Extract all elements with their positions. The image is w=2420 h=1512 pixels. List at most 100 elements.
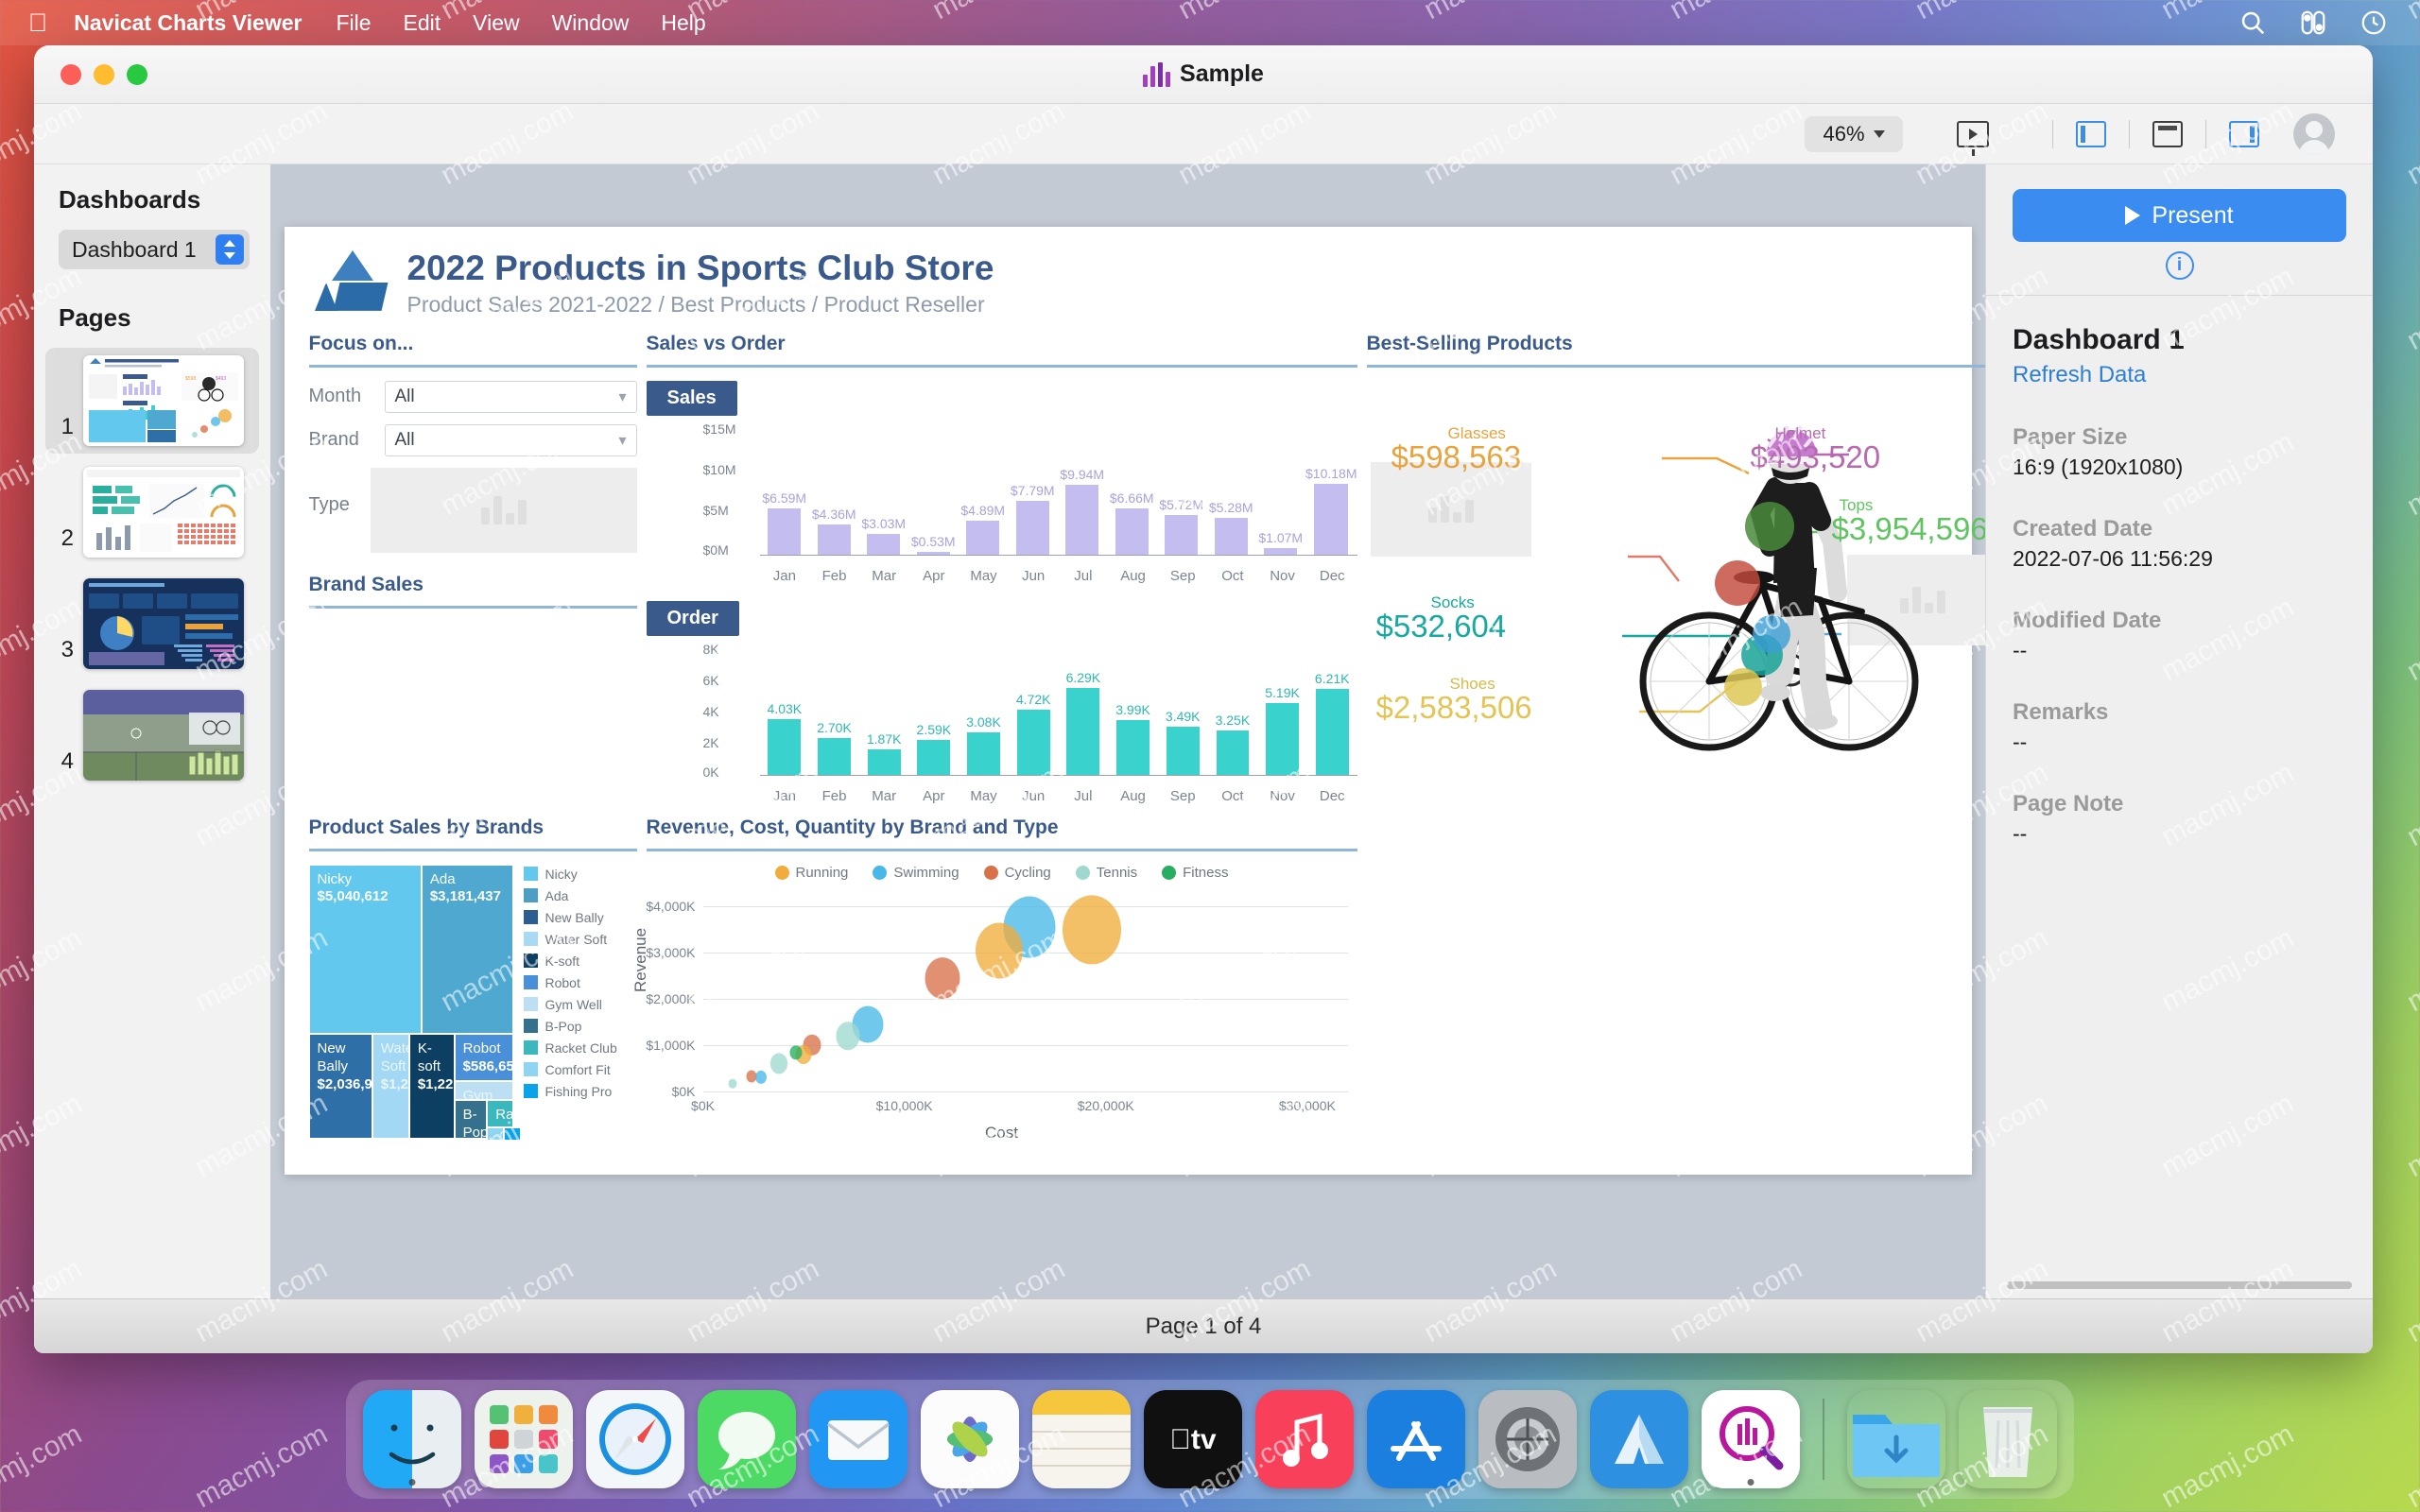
sales-tab[interactable]: Sales <box>646 380 737 416</box>
bar-rect[interactable] <box>1116 719 1150 776</box>
treemap-legend-item[interactable]: Ada <box>523 888 637 903</box>
treemap-legend-item[interactable]: Comfort Fit <box>523 1062 637 1077</box>
active-app-name[interactable]: Navicat Charts Viewer <box>74 10 302 36</box>
bar-rect[interactable] <box>867 749 901 776</box>
page-thumbnail-4[interactable] <box>83 690 244 781</box>
toggle-bottom-pane-button[interactable] <box>2143 113 2192 155</box>
bar-rect[interactable] <box>1214 518 1248 556</box>
treemap-legend-item[interactable]: Gym Well <box>523 997 637 1012</box>
horizontal-scrollbar[interactable] <box>2007 1281 2352 1289</box>
treemap-legend-item[interactable]: Fishing Pro <box>523 1084 637 1099</box>
bar-rect[interactable] <box>1266 703 1299 776</box>
treemap-legend-item[interactable]: Robot <box>523 975 637 990</box>
dock-icon-system-settings[interactable] <box>1478 1390 1577 1488</box>
treemap-cell[interactable]: New Bally$2,036,997 <box>308 1034 372 1139</box>
bar-rect[interactable] <box>817 524 851 556</box>
treemap-legend-item[interactable]: K-soft <box>523 954 637 969</box>
dock-icon-launchpad[interactable] <box>475 1390 573 1488</box>
menu-window[interactable]: Window <box>552 10 630 36</box>
treemap-cell[interactable]: Gym Well <box>454 1080 514 1101</box>
treemap-cell[interactable]: Water Soft$1,257,983 <box>372 1034 409 1139</box>
menu-view[interactable]: View <box>473 10 519 36</box>
dock-icon-messages[interactable] <box>698 1390 796 1488</box>
dock-icon-downloads-folder[interactable] <box>1847 1390 1945 1488</box>
treemap-cell[interactable]: Rac... <box>487 1100 514 1128</box>
bubble-point[interactable] <box>975 922 1023 979</box>
dock-icon-mail[interactable] <box>809 1390 908 1488</box>
treemap-legend-item[interactable]: New Bally <box>523 910 637 925</box>
bubble-point[interactable] <box>770 1053 788 1074</box>
treemap-legend-item[interactable]: B-Pop <box>523 1019 637 1034</box>
bar-rect[interactable] <box>1216 730 1250 776</box>
bar-rect[interactable] <box>768 508 802 556</box>
menu-edit[interactable]: Edit <box>404 10 441 36</box>
dock-icon-music[interactable] <box>1255 1390 1354 1488</box>
search-icon[interactable] <box>2238 9 2267 37</box>
bubble-point[interactable] <box>925 957 960 999</box>
treemap-legend-item[interactable]: Water Soft <box>523 932 637 947</box>
bubble-legend-item[interactable]: Swimming <box>873 865 959 881</box>
bubble-legend-item[interactable]: Running <box>774 865 848 881</box>
dock-icon-app-store[interactable] <box>1367 1390 1465 1488</box>
menu-file[interactable]: File <box>336 10 371 36</box>
bar-rect[interactable] <box>966 521 1000 556</box>
present-mode-button[interactable] <box>1948 113 1997 156</box>
treemap-cell[interactable] <box>487 1127 505 1142</box>
bubble-legend-item[interactable]: Tennis <box>1075 865 1137 881</box>
dashboard-selector[interactable]: Dashboard 1 <box>59 230 250 269</box>
bubble-point[interactable] <box>836 1022 860 1050</box>
treemap-cell[interactable]: K-soft$1,220,003 <box>408 1034 455 1139</box>
page-item-2[interactable]: 2 <box>45 459 259 565</box>
treemap-legend-item[interactable]: Nicky <box>523 867 637 882</box>
dock-icon-notes[interactable] <box>1032 1390 1131 1488</box>
filter-month-select[interactable]: All ▾ <box>384 380 637 413</box>
treemap[interactable]: Nicky $5,040,612 Ada $3,181,437 New Bally $2,… <box>308 864 521 1142</box>
dock-icon-charts-viewer[interactable] <box>1702 1390 1800 1488</box>
toggle-right-pane-button[interactable] <box>2220 113 2269 155</box>
bar-rect[interactable] <box>1314 483 1349 556</box>
dock-icon-navicat[interactable] <box>1590 1390 1688 1488</box>
treemap-cell[interactable]: Nicky $5,040,612 <box>308 864 422 1035</box>
menu-help[interactable]: Help <box>661 10 705 36</box>
bar-rect[interactable] <box>1165 514 1199 556</box>
dock-icon-finder[interactable] <box>363 1390 461 1488</box>
bubble-legend-item[interactable]: Cycling <box>983 865 1051 881</box>
bar-rect[interactable] <box>1315 689 1349 776</box>
order-tab[interactable]: Order <box>646 600 739 636</box>
bubble-point[interactable] <box>755 1070 768 1085</box>
dock-icon-apple-tv[interactable]: tv <box>1144 1390 1242 1488</box>
bar-rect[interactable] <box>818 737 851 776</box>
bar-rect[interactable] <box>1066 687 1100 776</box>
bubble-point[interactable] <box>728 1078 737 1090</box>
user-avatar-icon[interactable] <box>2293 112 2335 155</box>
bar-rect[interactable] <box>768 719 802 776</box>
clock-icon[interactable] <box>2360 9 2388 37</box>
page-item-4[interactable]: 4 <box>45 682 259 788</box>
filter-type-placeholder[interactable] <box>370 467 637 553</box>
bar-rect[interactable] <box>967 732 1000 776</box>
stepper-icon[interactable] <box>216 234 244 265</box>
page-item-1[interactable]: 1 $598 $493 <box>45 348 259 454</box>
bubble-plot[interactable]: $4,000K $3,000K $2,000K $1,000K $0K $0K $10,00… <box>646 888 1348 1113</box>
apple-menu-icon[interactable]:  <box>28 9 47 36</box>
zoom-level-dropdown[interactable]: 46% <box>1805 115 1903 152</box>
bar-rect[interactable] <box>1115 507 1149 556</box>
page-thumbnail-1[interactable]: $598 $493 <box>83 355 244 446</box>
page-item-3[interactable]: 3 <box>45 571 259 677</box>
page-thumbnail-3[interactable] <box>83 578 244 669</box>
bar-rect[interactable] <box>1065 485 1099 556</box>
dock-icon-photos[interactable] <box>921 1390 1019 1488</box>
bubble-legend-item[interactable]: Fitness <box>1162 865 1228 881</box>
bar-rect[interactable] <box>1015 500 1049 556</box>
info-icon[interactable]: i <box>2165 251 2194 280</box>
bar-rect[interactable] <box>867 534 901 556</box>
toggle-left-pane-button[interactable] <box>2066 113 2116 155</box>
present-button[interactable]: Present <box>2013 189 2346 242</box>
page-thumbnail-2[interactable] <box>83 467 244 558</box>
control-center-icon[interactable] <box>2299 9 2327 37</box>
dock-icon-trash[interactable] <box>1959 1390 2057 1488</box>
bar-rect[interactable] <box>917 739 951 776</box>
treemap-cell[interactable]: Ada $3,181,437 <box>421 864 514 1035</box>
bubble-point[interactable] <box>1062 895 1121 965</box>
bar-rect[interactable] <box>1016 710 1050 776</box>
